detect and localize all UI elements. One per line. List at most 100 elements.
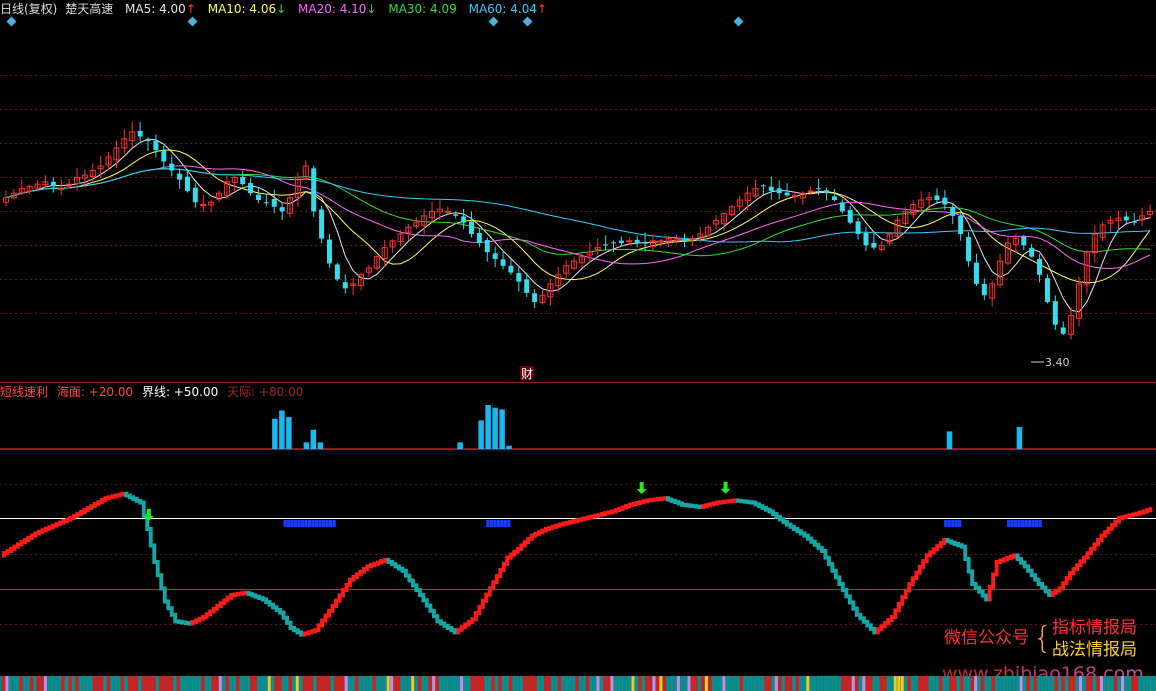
- curve-segment: [138, 498, 143, 505]
- signal-bar: [310, 429, 317, 449]
- curve-segment: [613, 508, 618, 514]
- candle-body-down: [240, 176, 246, 185]
- signal-diamond: [6, 16, 17, 27]
- blue-signal-mark: [311, 520, 315, 527]
- blue-signal-mark: [304, 520, 308, 527]
- strip-cell: [407, 676, 411, 691]
- strip-cell: [1142, 676, 1146, 691]
- strip-cell: [617, 676, 621, 691]
- strip-cell: [715, 676, 719, 691]
- candle-body-down: [255, 194, 261, 200]
- curve-segment: [767, 507, 772, 514]
- curve-segment: [89, 504, 94, 511]
- strip-cell: [411, 676, 415, 691]
- strip-cell: [1110, 676, 1114, 691]
- curve-segment: [1099, 533, 1104, 542]
- strip-cell: [1117, 676, 1121, 691]
- candle-body-down: [184, 176, 190, 191]
- curve-segment: [508, 552, 513, 560]
- strip-cell: [334, 676, 338, 691]
- curve-segment: [40, 528, 45, 534]
- strip-cell: [71, 676, 75, 691]
- strip-cell: [554, 676, 558, 691]
- strip-cell: [1040, 676, 1044, 691]
- strip-cell: [264, 676, 268, 691]
- strip-cell: [1058, 676, 1062, 691]
- curve-segment: [358, 569, 363, 577]
- curve-segment: [973, 582, 978, 590]
- strip-cell: [572, 676, 576, 691]
- strip-cell: [620, 676, 624, 691]
- curve-segment: [641, 499, 646, 505]
- curve-segment: [22, 538, 27, 545]
- curve-segment: [966, 557, 971, 574]
- strip-cell: [967, 676, 971, 691]
- strip-cell: [509, 676, 513, 691]
- curve-segment: [225, 595, 230, 603]
- curve-segment: [306, 630, 310, 636]
- strip-cell: [988, 676, 992, 691]
- curve-segment: [819, 545, 824, 553]
- strip-cell: [302, 676, 306, 691]
- watermark-label: 微信公众号: [944, 628, 1029, 648]
- strip-cell: [729, 676, 733, 691]
- blue-signal-mark: [321, 520, 326, 527]
- curve-segment: [246, 590, 251, 597]
- signal-bar: [457, 442, 463, 449]
- curve-segment: [956, 541, 961, 548]
- strip-cell: [1065, 676, 1069, 691]
- signal-bar: [272, 418, 278, 449]
- strip-cell: [141, 676, 145, 691]
- blue-signal-mark: [332, 520, 336, 527]
- curve-segment: [805, 533, 810, 541]
- curve-segment: [127, 493, 132, 500]
- blue-signal-mark: [503, 520, 507, 527]
- strip-cell: [1152, 676, 1156, 691]
- candle-body-down: [137, 130, 143, 137]
- strip-cell: [809, 676, 813, 691]
- curve-segment: [739, 498, 744, 504]
- curve-segment: [316, 623, 321, 633]
- strip-cell: [281, 676, 285, 691]
- strip-cell: [890, 676, 894, 691]
- curve-segment: [463, 622, 468, 630]
- curve-segment: [743, 499, 747, 504]
- curve-segment: [487, 586, 492, 597]
- curve-segment: [505, 555, 510, 566]
- strip-cell: [624, 676, 628, 691]
- strip-cell: [911, 676, 915, 691]
- curve-segment: [253, 593, 258, 599]
- candle-body-down: [476, 233, 482, 244]
- curve-segment: [344, 582, 349, 593]
- curve-segment: [833, 568, 838, 580]
- curve-segment: [1043, 585, 1048, 594]
- candle-body-down: [500, 259, 506, 266]
- curve-segment: [998, 558, 1003, 564]
- candle-body-down: [981, 283, 987, 296]
- finance-report-marker[interactable]: 财: [520, 366, 534, 381]
- curve-segment: [386, 557, 391, 564]
- curve-segment: [718, 500, 723, 505]
- curve-segment: [295, 628, 300, 635]
- candlestick-series: [3, 121, 1153, 340]
- strip-cell: [718, 676, 722, 691]
- ma30-label: MA30: 4.09: [388, 2, 456, 16]
- strip-cell: [1033, 676, 1037, 691]
- strip-cell: [180, 676, 184, 691]
- curve-segment: [942, 538, 947, 546]
- blue-signal-mark: [325, 520, 329, 527]
- strip-cell: [372, 676, 376, 691]
- curve-segment: [264, 597, 269, 605]
- curve-segment: [914, 570, 919, 581]
- strip-cell: [260, 676, 264, 691]
- strip-cell: [565, 676, 569, 691]
- strip-cell: [687, 676, 691, 691]
- curve-segment: [183, 620, 188, 626]
- strip-cell: [288, 676, 292, 691]
- blue-signal-mark: [489, 520, 493, 527]
- curve-segment: [187, 621, 192, 626]
- blue-signal-marks: [283, 520, 1042, 527]
- strip-cell: [1023, 676, 1027, 691]
- strip-cell: [449, 676, 453, 691]
- curve-segment: [589, 514, 594, 520]
